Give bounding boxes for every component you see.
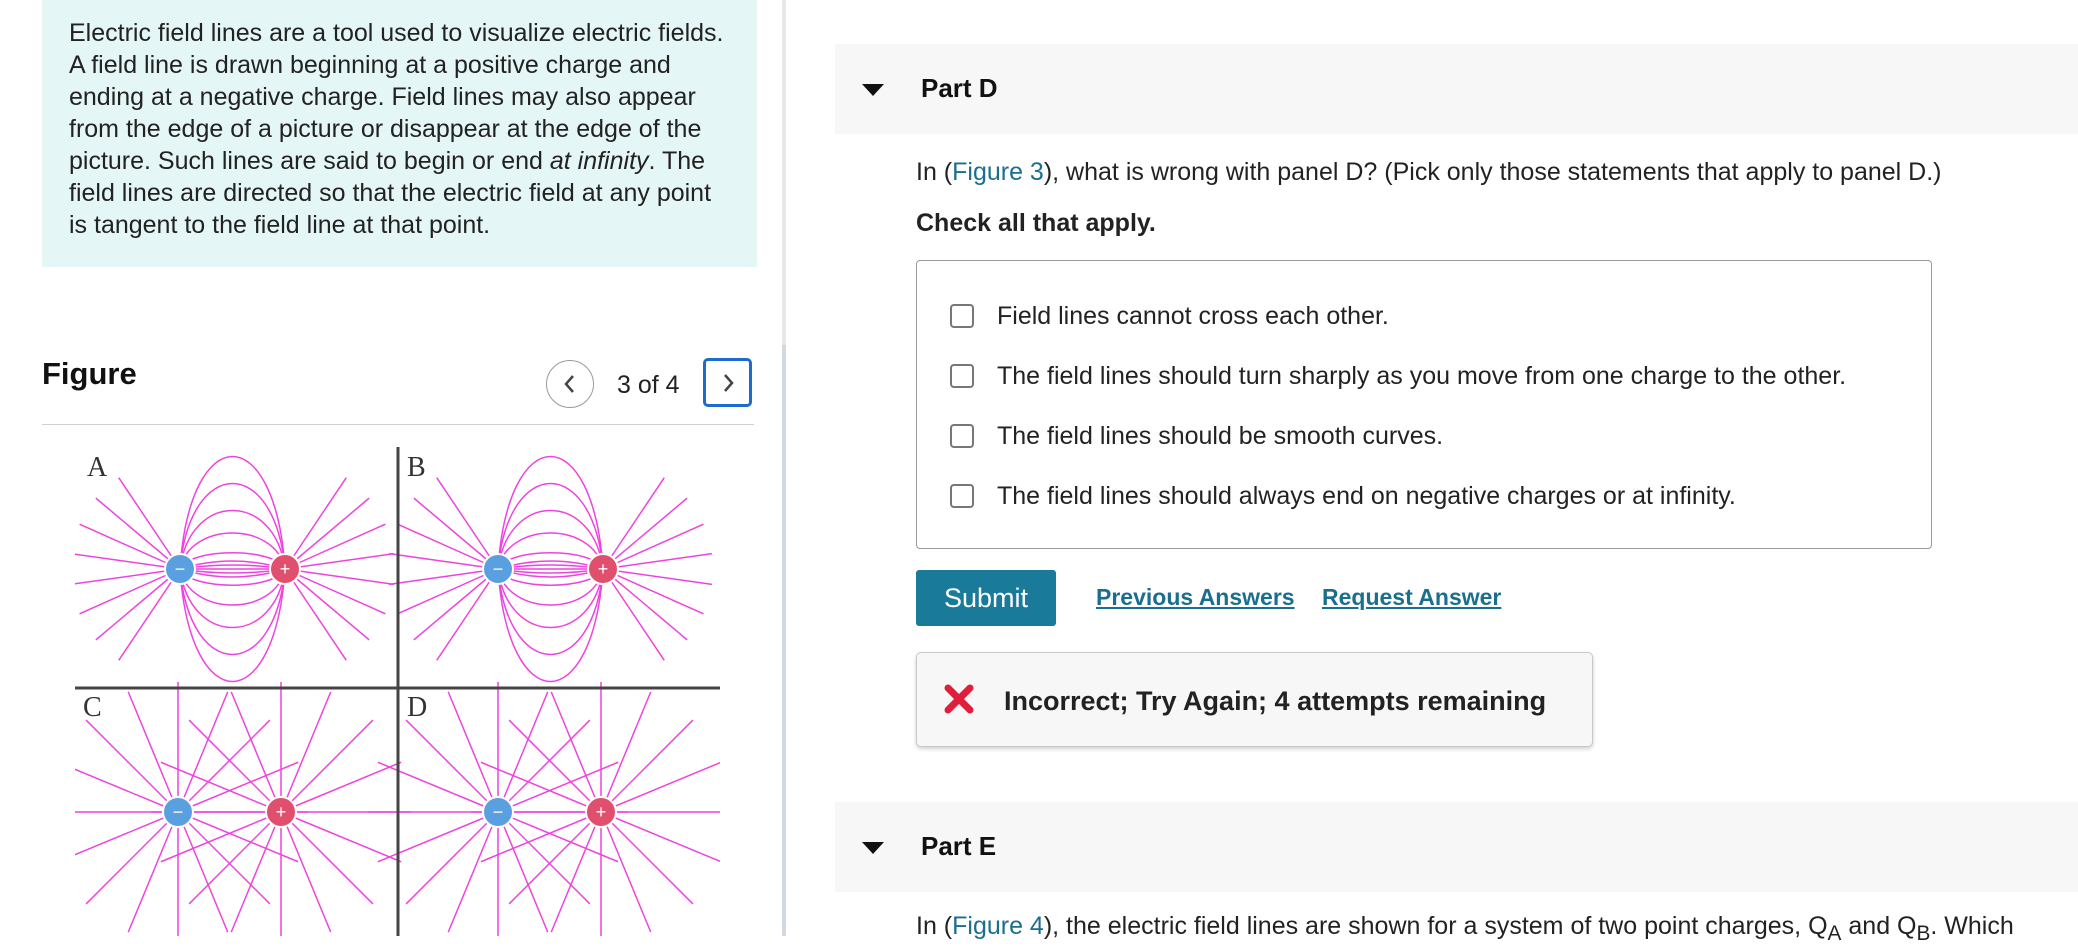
option-4[interactable]: The field lines should always end on neg…	[950, 476, 1736, 516]
field-line-c	[75, 811, 179, 856]
field-line-a	[179, 568, 286, 629]
field-line-a	[179, 509, 286, 570]
option-1-checkbox[interactable]	[950, 304, 974, 328]
field-line-d	[405, 811, 499, 905]
field-line-c	[280, 719, 374, 813]
field-line-d	[405, 719, 499, 813]
figure-header: Figure 3 of 4	[42, 350, 754, 425]
negative-charge-b-sign: −	[493, 559, 504, 579]
field-line-b	[497, 568, 604, 606]
field-line-c	[188, 811, 282, 905]
option-1[interactable]: Field lines cannot cross each other.	[950, 296, 1389, 336]
chevron-left-icon	[564, 375, 574, 393]
part-d-header[interactable]: Part D	[835, 44, 2078, 134]
field-line-b	[497, 568, 604, 629]
field-line-d	[508, 811, 602, 905]
field-line-c	[75, 768, 179, 813]
chevron-right-icon	[723, 373, 734, 392]
feedback-box: Incorrect; Try Again; 4 attempts remaini…	[916, 652, 1593, 747]
left-pane: Electric field lines are a tool used to …	[0, 0, 782, 936]
negative-charge-a-sign: −	[175, 559, 186, 579]
field-line-d	[508, 719, 602, 813]
field-line-a	[179, 482, 286, 570]
panel-label-d: D	[407, 692, 427, 723]
field-line-c	[177, 719, 271, 813]
field-line-d	[600, 719, 694, 813]
part-d-question: In (Figure 3), what is wrong with panel …	[916, 158, 1942, 187]
field-line-d	[600, 811, 694, 905]
field-line-b	[497, 482, 604, 570]
figure-next-button[interactable]	[703, 358, 752, 407]
option-2[interactable]: The field lines should turn sharply as y…	[950, 356, 1846, 396]
intro-emphasis: at infinity	[549, 147, 649, 175]
field-line-c	[280, 811, 374, 905]
pane-divider-handle[interactable]	[782, 345, 786, 936]
field-line-b	[497, 568, 604, 656]
positive-charge-c-sign: +	[276, 802, 287, 822]
field-line-a	[179, 568, 286, 606]
submit-button[interactable]: Submit	[916, 570, 1056, 626]
panel-label-c: C	[83, 692, 102, 723]
caret-down-icon[interactable]	[862, 84, 884, 96]
positive-charge-a-sign: +	[280, 559, 291, 579]
question-suffix: ), what is wrong with panel D? (Pick onl…	[1043, 158, 1942, 186]
figure-title: Figure	[42, 356, 137, 391]
figure-counter: 3 of 4	[617, 371, 680, 399]
option-3-label[interactable]: The field lines should be smooth curves.	[997, 422, 1443, 451]
panel-label-b: B	[407, 452, 426, 483]
question-prefix: In (	[916, 158, 953, 186]
x-mark-icon	[944, 684, 974, 714]
field-line-c	[85, 719, 179, 813]
field-line-b	[497, 532, 604, 570]
negative-charge-c-sign: −	[173, 802, 184, 822]
field-line-a	[179, 532, 286, 570]
positive-charge-b-sign: +	[598, 559, 609, 579]
positive-charge-d-sign: +	[596, 802, 607, 822]
field-line-c	[85, 811, 179, 905]
part-e-question: In (Figure 4), the electric field lines …	[916, 912, 2014, 946]
intro-text-box: Electric field lines are a tool used to …	[42, 0, 757, 267]
field-lines-figure: A B C D − + − + − + − +	[75, 447, 720, 936]
caret-down-icon[interactable]	[862, 842, 884, 854]
part-d-label: Part D	[921, 73, 998, 103]
feedback-message: Incorrect; Try Again; 4 attempts remaini…	[1004, 686, 1547, 716]
option-3[interactable]: The field lines should be smooth curves.	[950, 416, 1443, 456]
previous-answers-link[interactable]: Previous Answers	[1096, 584, 1295, 611]
figure-3-link[interactable]: Figure 3	[952, 158, 1044, 186]
option-3-checkbox[interactable]	[950, 424, 974, 448]
field-line-c	[188, 719, 282, 813]
option-2-checkbox[interactable]	[950, 364, 974, 388]
option-1-label[interactable]: Field lines cannot cross each other.	[997, 302, 1389, 331]
subscript-b: B	[1916, 922, 1931, 945]
field-line-c	[177, 811, 271, 905]
part-e-label: Part E	[921, 831, 997, 861]
option-4-label[interactable]: The field lines should always end on neg…	[997, 482, 1736, 511]
options-box: Field lines cannot cross each other. The…	[916, 260, 1932, 549]
option-4-checkbox[interactable]	[950, 484, 974, 508]
check-all-instruction: Check all that apply.	[916, 209, 1156, 237]
figure-prev-button[interactable]	[546, 360, 594, 408]
part-e-header[interactable]: Part E	[835, 802, 2078, 892]
field-line-d	[497, 811, 591, 905]
panel-label-a: A	[87, 452, 108, 483]
negative-charge-d-sign: −	[493, 802, 504, 822]
option-2-label[interactable]: The field lines should turn sharply as y…	[997, 362, 1846, 391]
field-line-d	[497, 719, 591, 813]
field-line-a	[179, 568, 286, 656]
field-line-b	[497, 509, 604, 570]
subscript-a: A	[1827, 922, 1842, 945]
request-answer-link[interactable]: Request Answer	[1322, 584, 1501, 611]
